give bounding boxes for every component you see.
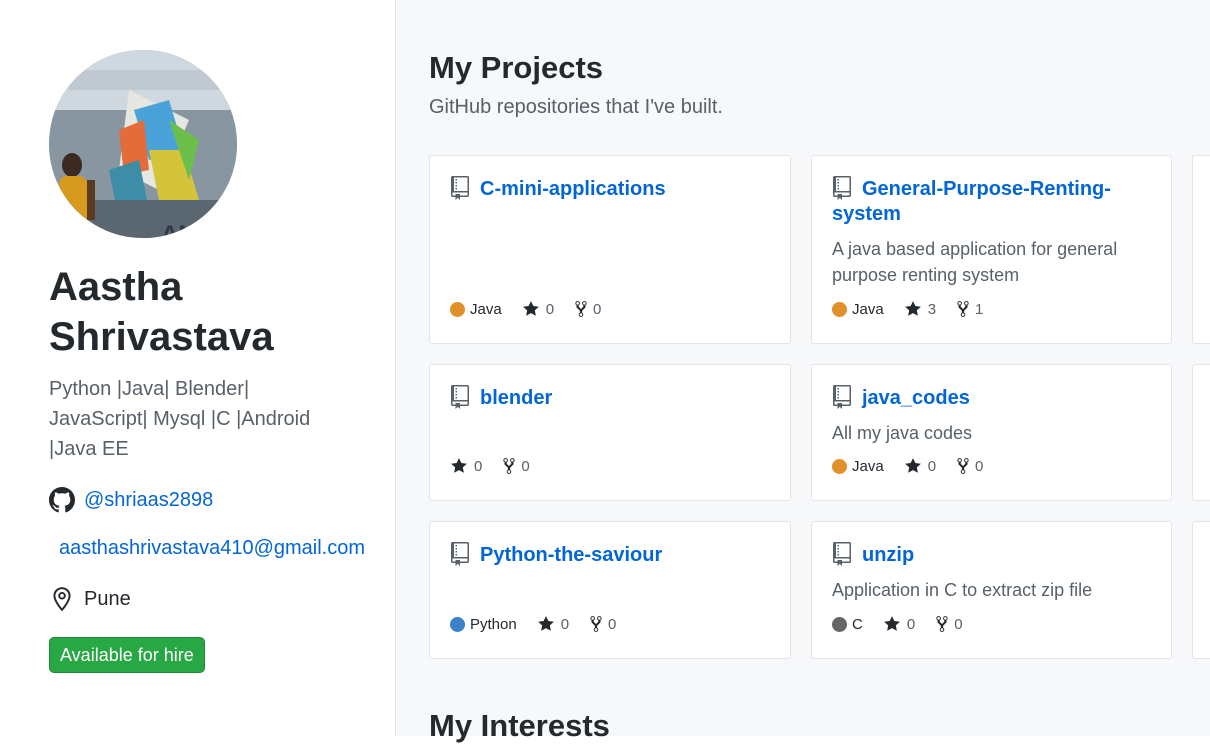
- repo-link[interactable]: blender: [480, 387, 552, 409]
- profile-name: Aastha Shrivastava: [49, 265, 274, 359]
- fork-icon: [935, 615, 949, 633]
- repo-book-icon: [450, 542, 470, 566]
- github-handle-link[interactable]: @shriaas2898: [84, 489, 213, 512]
- repo-card[interactable]: unzip Application in C to extract zip fi…: [811, 521, 1172, 659]
- repo-title: General-Purpose-Renting-system: [832, 176, 1131, 227]
- repo-description: Application in C to extract zip file: [832, 580, 1093, 600]
- language-color-dot: [832, 301, 847, 317]
- language-color-dot: [832, 458, 847, 474]
- repo-title: Python-the-saviour: [450, 542, 750, 568]
- repo-book-icon: [832, 542, 852, 566]
- repo-language: Python: [470, 615, 517, 633]
- repo-card-partial[interactable]: [1192, 364, 1210, 501]
- star-count: 0: [474, 457, 483, 475]
- repo-book-icon: [450, 176, 470, 200]
- repo-link[interactable]: General-Purpose-Renting-system: [832, 178, 1111, 225]
- main-content: My Projects GitHub repositories that I'v…: [396, 0, 1210, 743]
- github-icon: [49, 487, 75, 513]
- star-icon: [904, 300, 922, 318]
- fork-count: 0: [521, 457, 530, 475]
- repo-title: blender: [450, 385, 750, 411]
- repo-card[interactable]: General-Purpose-Renting-system A java ba…: [811, 155, 1172, 344]
- star-icon: [904, 457, 922, 475]
- repo-meta: Java 3 1: [832, 300, 1003, 318]
- repo-meta: 0 0: [450, 457, 550, 475]
- avatar-photo: ANITA: [49, 50, 237, 238]
- location-text: Pune: [84, 587, 131, 610]
- repo-language: Java: [852, 300, 884, 318]
- repo-link[interactable]: C-mini-applications: [480, 178, 666, 200]
- repo-meta: C 0 0: [832, 615, 983, 633]
- repo-card[interactable]: blender 0 0: [429, 364, 791, 501]
- language-color-dot: [450, 616, 465, 632]
- repo-card[interactable]: Python-the-saviour Python 0 0: [429, 521, 791, 659]
- repo-link[interactable]: unzip: [862, 544, 914, 566]
- fork-count: 0: [593, 300, 602, 318]
- repo-language: Java: [852, 457, 884, 475]
- star-icon: [883, 615, 901, 633]
- repo-card-partial[interactable]: [1192, 521, 1210, 659]
- star-icon: [522, 300, 540, 318]
- email-link[interactable]: aasthashrivastava410@gmail.com: [59, 537, 365, 560]
- email-row: aasthashrivastava410@gmail.com: [59, 537, 365, 560]
- repo-title: C-mini-applications: [450, 176, 750, 202]
- fork-count: 0: [608, 615, 617, 633]
- svg-text:ANITA: ANITA: [161, 221, 233, 238]
- repo-book-icon: [450, 385, 470, 409]
- avatar: ANITA: [49, 50, 237, 238]
- repo-title: java_codes: [832, 385, 1131, 411]
- interests-heading: My Interests: [429, 708, 610, 743]
- profile-bio: Python |Java| Blender| JavaScript| Mysql…: [49, 378, 311, 460]
- repo-description: All my java codes: [832, 423, 973, 443]
- location-pin-icon: [49, 586, 75, 612]
- fork-icon: [956, 300, 970, 318]
- fork-count: 0: [975, 457, 984, 475]
- projects-subtitle: GitHub repositories that I've built.: [429, 96, 723, 118]
- available-for-hire-badge: Available for hire: [49, 637, 205, 673]
- star-count: 0: [906, 615, 916, 633]
- star-icon: [537, 615, 555, 633]
- repo-book-icon: [832, 176, 852, 200]
- github-link-row: @shriaas2898: [49, 487, 213, 513]
- repo-language: C: [852, 615, 863, 633]
- language-color-dot: [832, 616, 847, 632]
- language-color-dot: [450, 301, 465, 317]
- repo-link[interactable]: java_codes: [862, 387, 970, 409]
- fork-icon: [589, 615, 603, 633]
- repo-title: unzip: [832, 542, 1131, 568]
- repo-meta: Python 0 0: [450, 615, 636, 633]
- repo-meta: Java 0 0: [450, 300, 621, 318]
- star-count: 0: [545, 300, 555, 318]
- repo-link[interactable]: Python-the-saviour: [480, 544, 662, 566]
- fork-icon: [574, 300, 588, 318]
- star-count: 0: [927, 457, 937, 475]
- star-count: 3: [927, 300, 937, 318]
- repo-description: A java based application for general pur…: [832, 239, 1118, 285]
- fork-count: 1: [975, 300, 984, 318]
- star-count: 0: [560, 615, 570, 633]
- repo-card[interactable]: C-mini-applications Java 0 0: [429, 155, 791, 344]
- repo-card[interactable]: java_codes All my java codes Java 0 0: [811, 364, 1172, 501]
- profile-sidebar: ANITA Aastha Shrivastava Python |Java| B…: [0, 0, 396, 736]
- projects-heading: My Projects: [429, 50, 604, 85]
- fork-count: 0: [954, 615, 963, 633]
- fork-icon: [956, 457, 970, 475]
- fork-icon: [502, 457, 516, 475]
- repo-meta: Java 0 0: [832, 457, 1003, 475]
- repo-card-partial[interactable]: [1192, 155, 1210, 344]
- star-icon: [450, 457, 468, 475]
- repo-book-icon: [832, 385, 852, 409]
- location-row: Pune: [49, 586, 131, 612]
- repo-language: Java: [470, 300, 502, 318]
